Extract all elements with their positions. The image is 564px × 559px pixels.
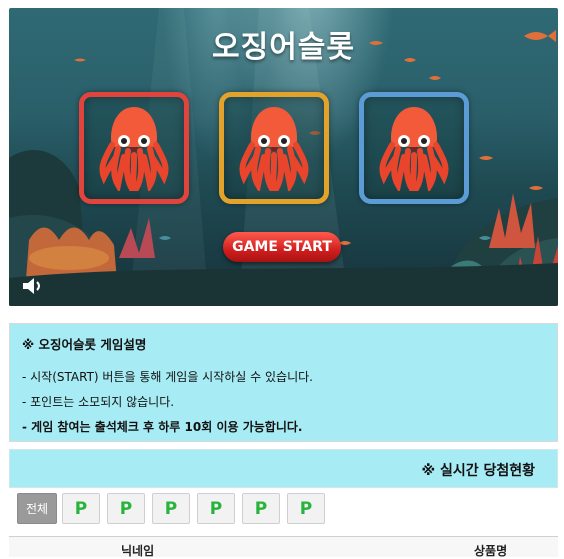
slot-reel-3 xyxy=(359,92,469,204)
slot-game-stage: 오징어슬롯 GAME START xyxy=(9,8,558,306)
filter-p-tab[interactable]: P xyxy=(152,493,190,524)
filter-p-tab[interactable]: P xyxy=(107,493,145,524)
game-description-box: ※ 오징어슬롯 게임설명 - 시작(START) 버튼을 통해 게임을 시작하실… xyxy=(9,323,558,442)
filter-p-tab[interactable]: P xyxy=(62,493,100,524)
column-prize: 상품명 xyxy=(474,544,508,558)
live-winners-title: ※ 실시간 당첨현황 xyxy=(421,463,535,479)
column-nickname: 닉네임 xyxy=(121,544,155,558)
squid-icon xyxy=(239,107,309,191)
description-heading: ※ 오징어슬롯 게임설명 xyxy=(22,337,147,352)
slot-reel-2 xyxy=(219,92,329,204)
description-line: - 포인트는 소모되지 않습니다. xyxy=(22,395,175,409)
game-title: 오징어슬롯 xyxy=(212,30,355,65)
slot-reel-1 xyxy=(79,92,189,204)
filter-p-tab[interactable]: P xyxy=(242,493,280,524)
description-line: - 시작(START) 버튼을 통해 게임을 시작하실 수 있습니다. xyxy=(22,370,313,384)
speaker-icon[interactable] xyxy=(21,276,43,300)
filter-all-tab[interactable]: 전체 xyxy=(17,493,57,524)
live-winners-header: ※ 실시간 당첨현황 xyxy=(9,449,558,488)
game-start-button[interactable]: GAME START xyxy=(223,232,341,262)
description-line: - 게임 참여는 출석체크 후 하루 10회 이용 가능합니다. xyxy=(22,420,303,434)
filter-p-tab[interactable]: P xyxy=(287,493,325,524)
squid-icon xyxy=(99,107,169,191)
filter-p-tab[interactable]: P xyxy=(197,493,235,524)
squid-icon xyxy=(379,107,449,191)
